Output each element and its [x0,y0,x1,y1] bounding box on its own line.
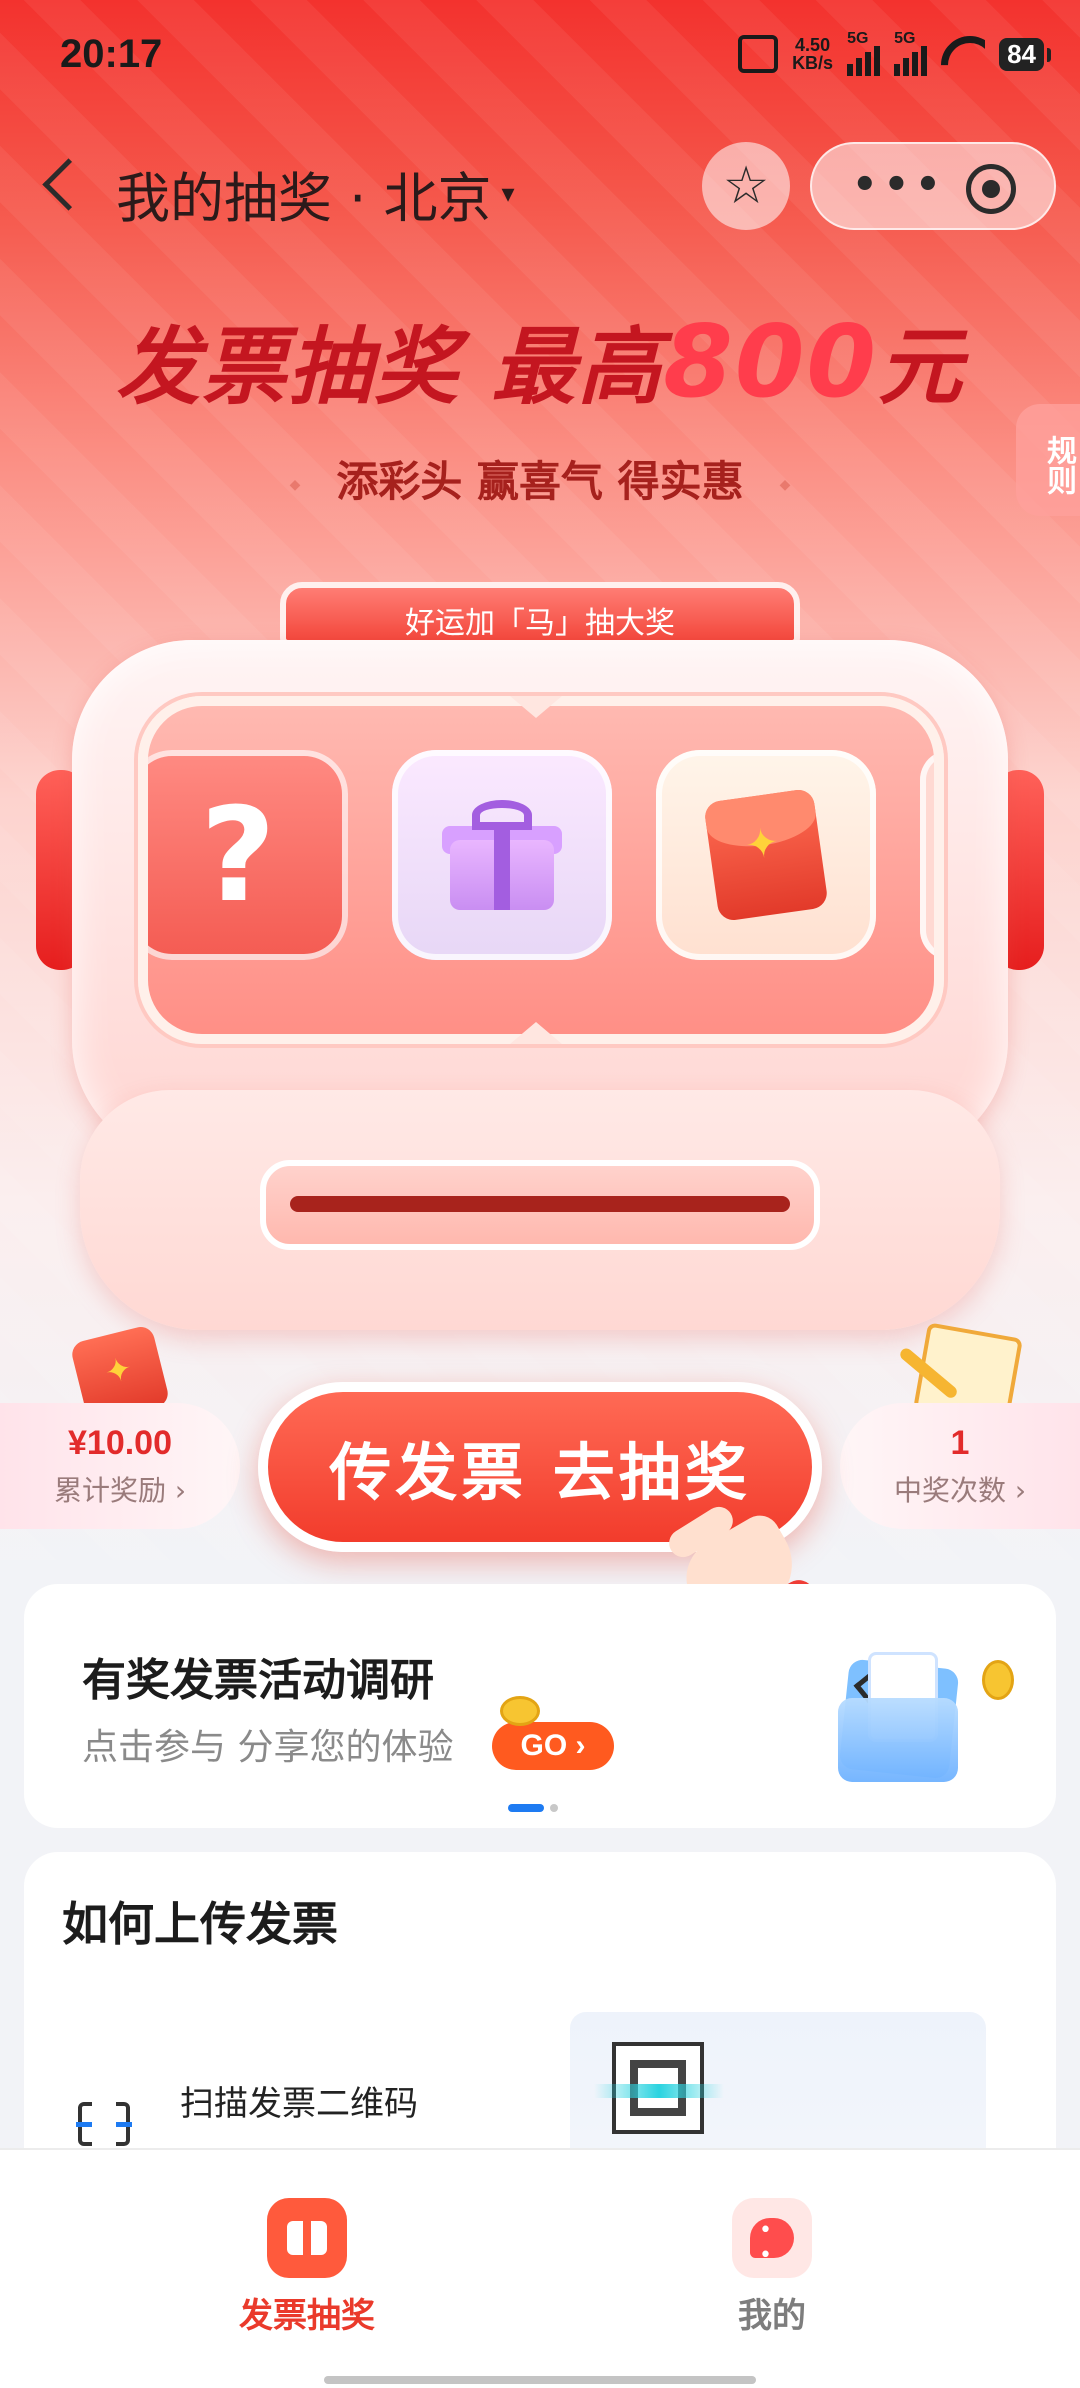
step-scan-qr: 扫描发票二维码 [180,2084,418,2124]
pager-dot [550,1804,558,1812]
reward-value: ¥10.00 [68,1423,172,1462]
carousel-pager [508,1804,558,1812]
machine-banner-text: 好运加「马」抽大奖 [405,606,675,641]
battery-icon: 84 [999,37,1051,71]
tab-label: 我的 [738,2296,806,2336]
red-envelope-icon: ✦ [703,787,829,923]
scan-icon [76,2100,132,2152]
chat-bubble-icon [732,2198,812,2278]
bottom-tab-bar: 发票抽奖 我的 [0,2148,1080,2388]
question-mark-icon: ? [200,779,276,931]
headline-unit: 元 [877,318,964,416]
miniprogram-capsule: ••• [810,142,1056,230]
headline-text: 发票抽奖 最高 [115,318,664,416]
folder-icon [824,1634,974,1784]
lottery-machine: 好运加「马」抽大奖 ? ✦ [0,560,1080,1340]
signal-label: 5G [894,30,916,47]
scan-line [594,2084,724,2098]
signal-label: 5G [847,30,869,47]
machine-pointer-bottom [510,1022,562,1044]
gift-icon [267,2198,347,2278]
close-target-icon[interactable] [966,164,1016,214]
wifi-icon [941,36,985,72]
tab-invoice-lottery[interactable]: 发票抽奖 [207,2198,407,2337]
machine-screen: ? ✦ [138,696,944,1044]
headline-amount: 800 [663,303,878,420]
net-speed-value: 4.50 [795,35,831,55]
promo-tagline: 添彩头 赢喜气 得实惠 [0,448,1080,509]
back-arrow-icon[interactable] [36,158,84,214]
status-icons: 4.50 KB/s 5G 5G 84 [738,30,1051,76]
page-title-text: 我的抽奖 · 北京 [116,167,492,230]
slot-gift [392,750,612,960]
tab-mine[interactable]: 我的 [672,2198,872,2337]
status-time: 20:17 [60,32,163,76]
net-speed-unit: KB/s [792,53,834,73]
wins-label: 中奖次数 › [893,1473,1027,1507]
go-button[interactable]: GO › [492,1722,614,1770]
machine-base [80,1090,1000,1330]
favorite-star-button[interactable]: ☆ [702,142,790,230]
cta-label: 传发票 去抽奖 [329,1436,751,1509]
survey-title: 有奖发票活动调研 [82,1655,434,1706]
reward-label: 累计奖励 › [53,1473,187,1507]
more-dots-icon[interactable]: ••• [852,165,947,205]
status-bar: 20:17 4.50 KB/s 5G 5G 84 [0,0,1080,115]
win-count-button[interactable]: 1 中奖次数 › [840,1403,1080,1529]
survey-subtitle: 点击参与 分享您的体验 [82,1727,454,1768]
machine-banner: 好运加「马」抽大奖 [280,582,800,646]
home-indicator[interactable] [324,2376,756,2384]
machine-pointer-top [510,696,562,718]
machine-ticket-slot [260,1160,820,1250]
survey-banner[interactable]: 有奖发票活动调研 点击参与 分享您的体验 GO › [24,1584,1056,1828]
coin-icon [982,1660,1014,1700]
slot-mystery: ? [148,750,348,960]
tab-label: 发票抽奖 [239,2296,375,2336]
cumulative-reward-button[interactable]: ¥10.00 累计奖励 › [0,1403,240,1529]
pager-dot-active [508,1804,544,1812]
page-title[interactable]: 我的抽奖 · 北京 ▾ [116,154,515,233]
rules-tab[interactable]: 规则 [1016,404,1080,516]
slot-red-envelope: ✦ [656,750,876,960]
city-dropdown-icon: ▾ [501,178,515,209]
gift-box-icon [442,800,562,910]
net-speed: 4.50 KB/s [792,36,833,72]
signal-icon: 5G [894,30,928,76]
tagline-text: 添彩头 赢喜气 得实惠 [336,457,744,506]
slot-partial [920,750,934,960]
vibrate-icon [738,35,779,73]
nav-bar: 我的抽奖 · 北京 ▾ ☆ ••• [0,130,1080,240]
wins-value: 1 [950,1423,970,1462]
promo-headline: 发票抽奖 最高800元 [0,300,1080,421]
signal-icon: 5G [847,30,881,76]
coin-icon [500,1696,540,1726]
how-to-title: 如何上传发票 [62,1897,338,1951]
